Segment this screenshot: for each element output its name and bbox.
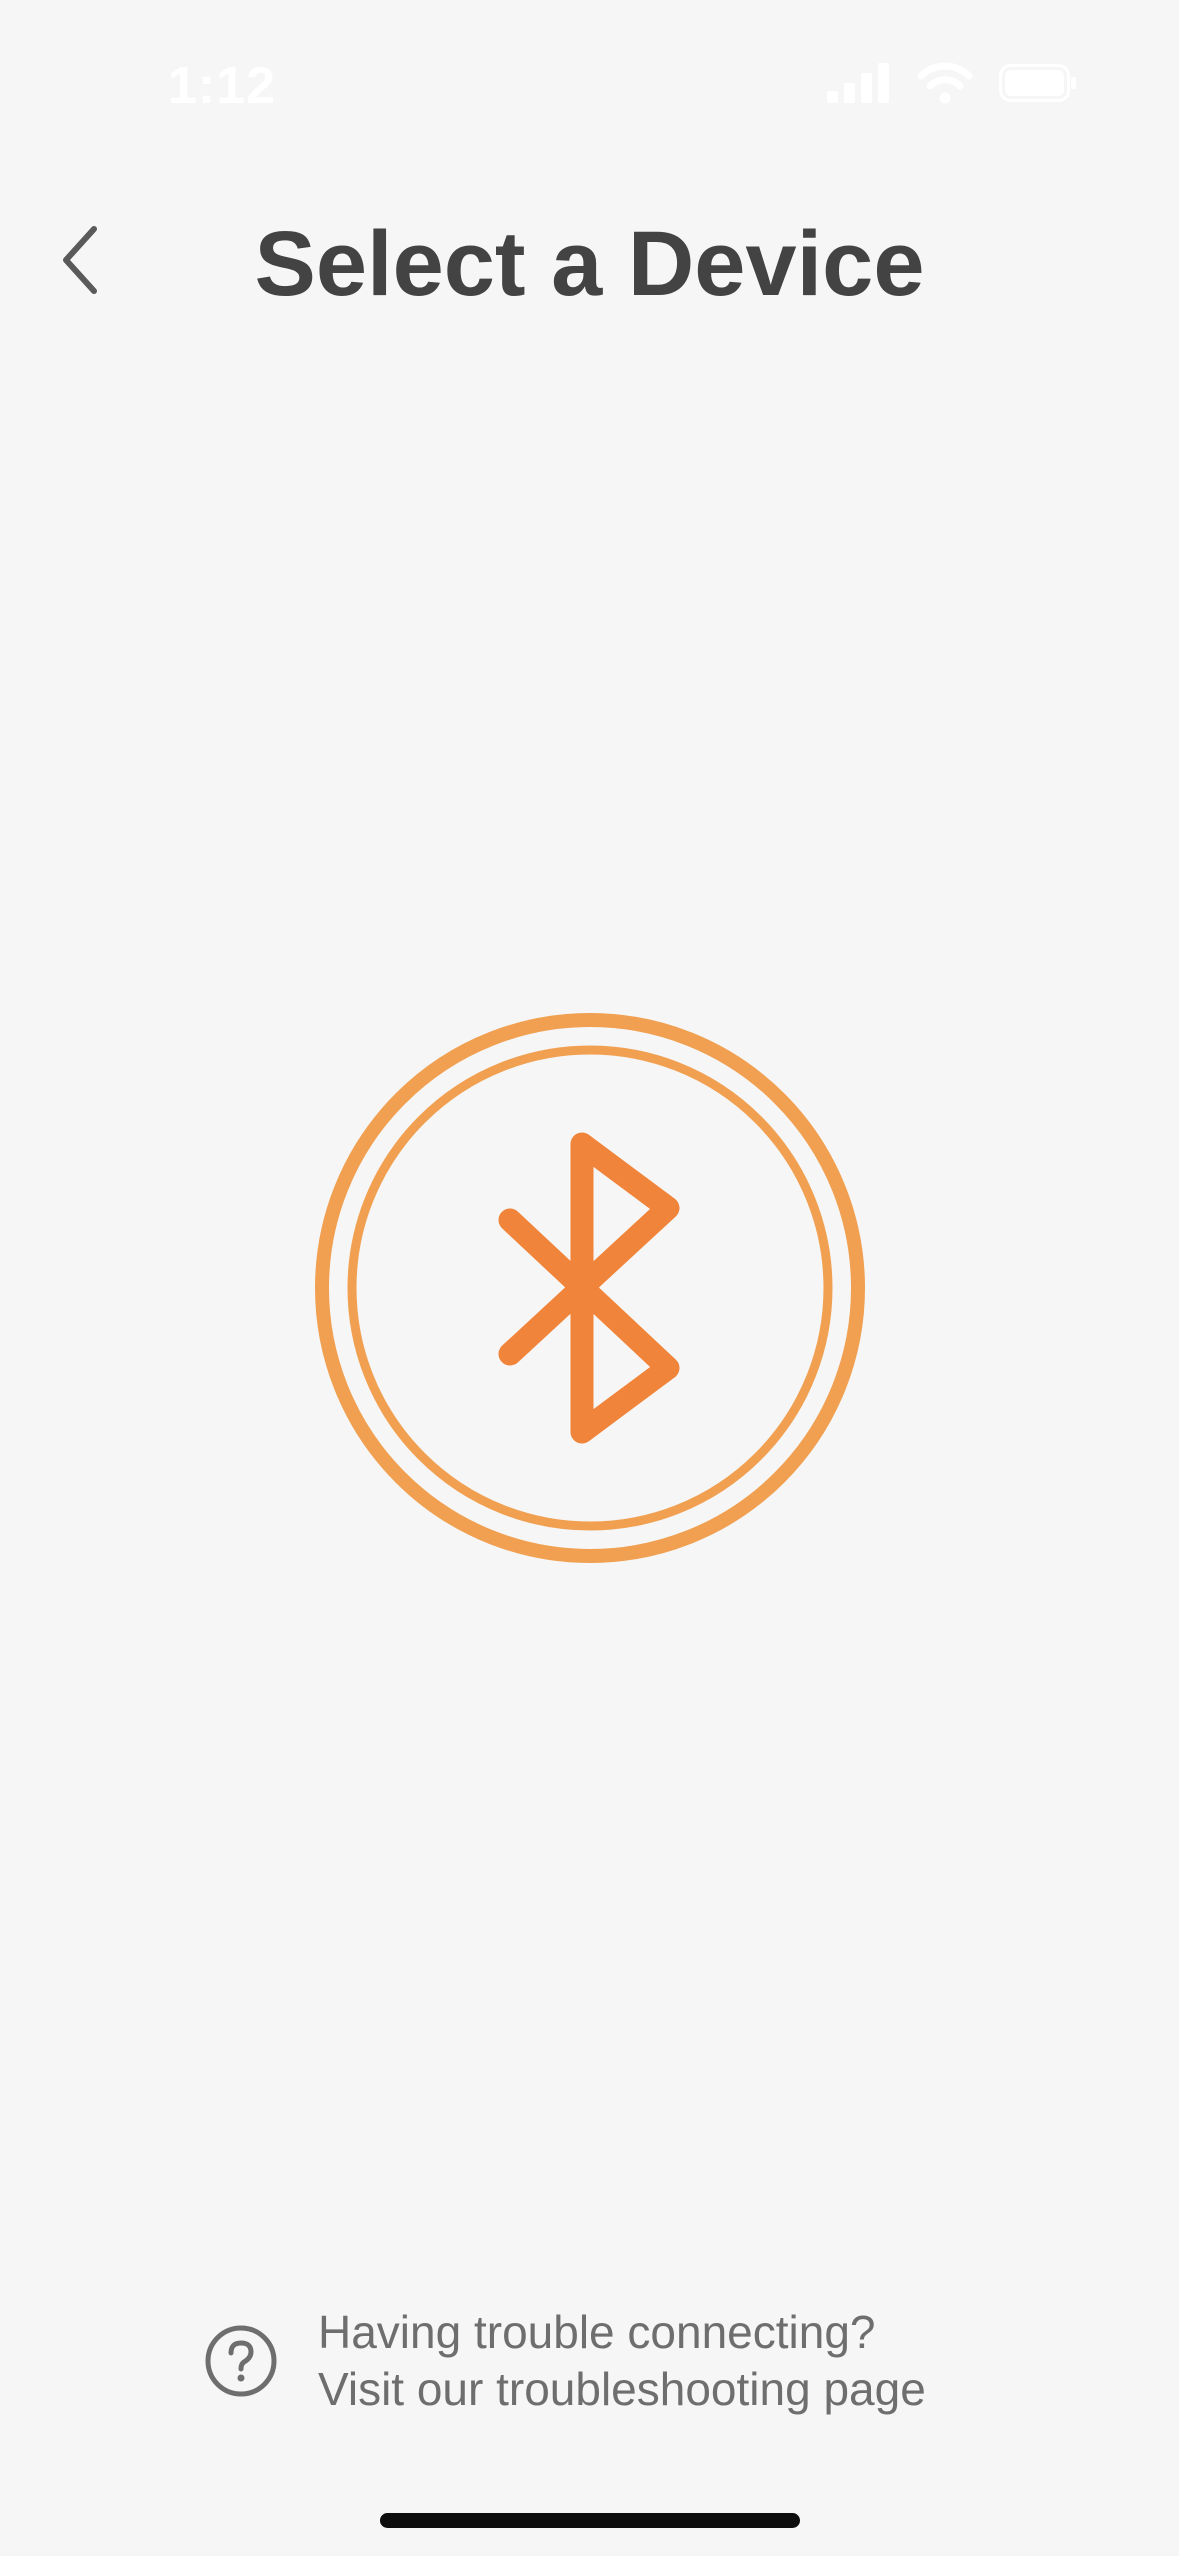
cellular-signal-icon bbox=[827, 63, 889, 103]
wifi-icon bbox=[917, 62, 973, 104]
help-text: Having trouble connecting? Visit our tro… bbox=[318, 2304, 926, 2418]
bluetooth-graphic bbox=[315, 1013, 865, 1563]
help-line-2: Visit our troubleshooting page bbox=[318, 2363, 926, 2415]
question-circle-icon bbox=[205, 2325, 277, 2397]
page-title: Select a Device bbox=[254, 213, 925, 315]
home-indicator[interactable] bbox=[380, 2513, 800, 2528]
battery-icon bbox=[999, 64, 1076, 102]
status-time: 1:12 bbox=[168, 57, 277, 115]
status-icons bbox=[827, 62, 1079, 104]
troubleshooting-link[interactable]: Having trouble connecting? Visit our tro… bbox=[204, 2304, 926, 2418]
status-bar: 1:12 bbox=[0, 0, 1179, 130]
nav-header: Select a Device bbox=[0, 180, 1179, 340]
help-line-1: Having trouble connecting? bbox=[318, 2306, 876, 2358]
bluetooth-icon bbox=[498, 1132, 680, 1444]
